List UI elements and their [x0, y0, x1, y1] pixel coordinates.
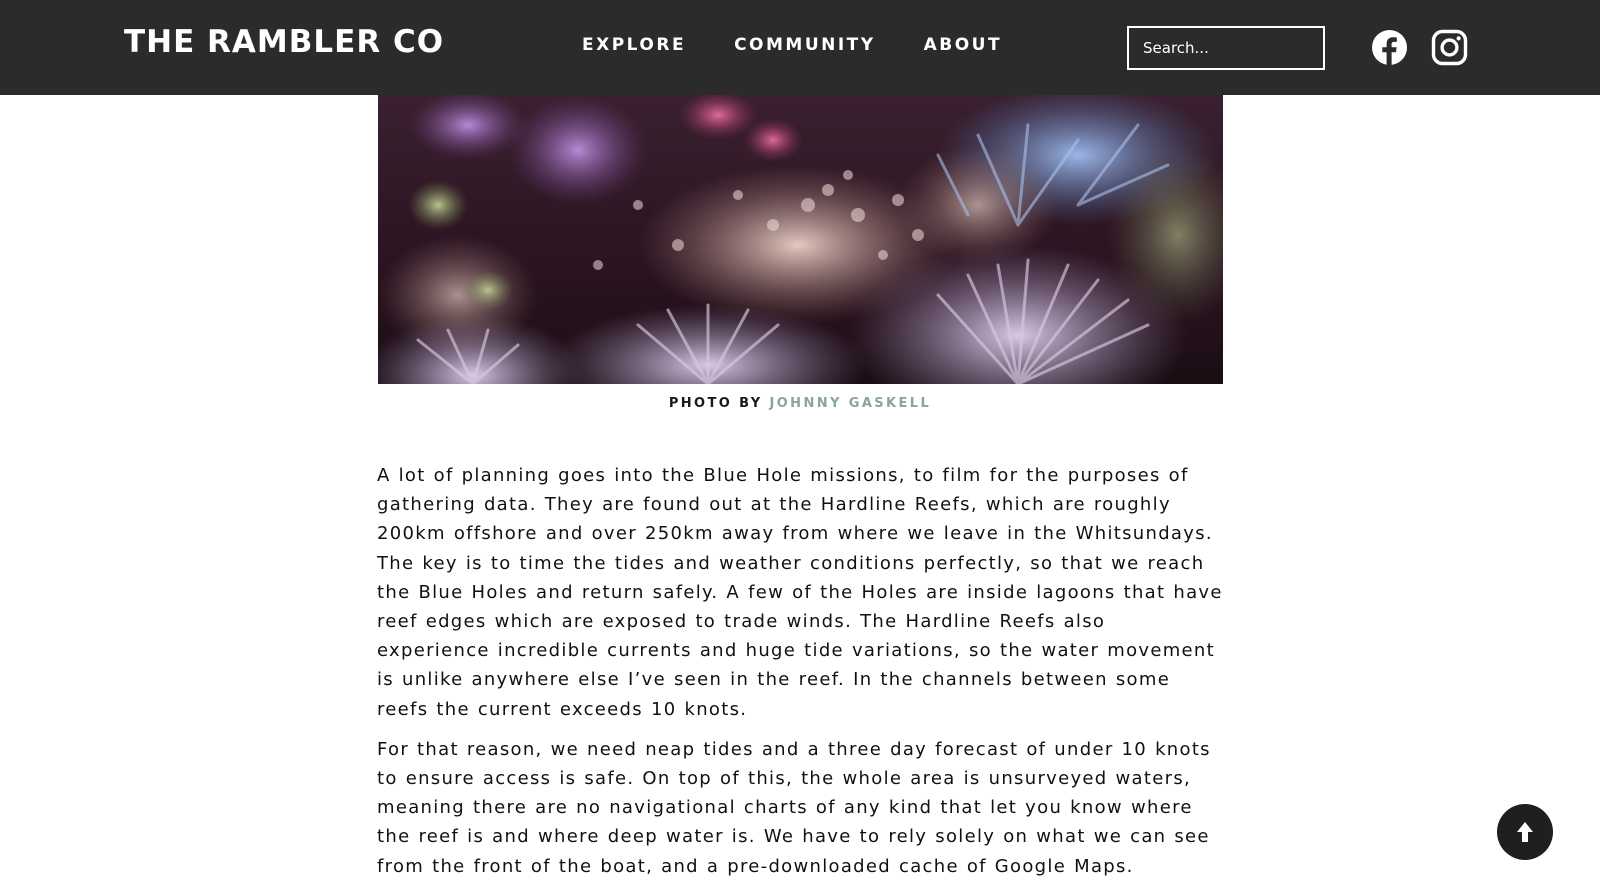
article-paragraph: A lot of planning goes into the Blue Hol… [377, 465, 1223, 720]
nav-about[interactable]: ABOUT [924, 35, 1002, 55]
scroll-to-top-button[interactable] [1497, 804, 1553, 860]
arrow-up-icon [1517, 822, 1533, 842]
instagram-icon[interactable] [1431, 29, 1468, 66]
search-input[interactable] [1129, 28, 1323, 68]
photo-credit: PHOTO BY JOHNNY GASKELL [0, 396, 1600, 411]
nav-community[interactable]: COMMUNITY [734, 35, 876, 55]
photo-credit-prefix: PHOTO BY [668, 396, 763, 411]
main-nav: EXPLORE COMMUNITY ABOUT [582, 35, 1050, 55]
article-paragraph: For that reason, we need neap tides and … [377, 738, 1211, 877]
nav-explore[interactable]: EXPLORE [582, 35, 686, 55]
facebook-icon[interactable] [1371, 29, 1408, 66]
site-logo[interactable]: THE RAMBLER CO [124, 24, 444, 60]
coral-reef-photo [378, 95, 1223, 384]
article-body: A lot of planning goes into the Blue Hol… [377, 461, 1225, 886]
photographer-link[interactable]: JOHNNY GASKELL [769, 396, 931, 411]
site-header: THE RAMBLER CO EXPLORE COMMUNITY ABOUT [0, 0, 1600, 95]
search-box [1127, 26, 1325, 70]
